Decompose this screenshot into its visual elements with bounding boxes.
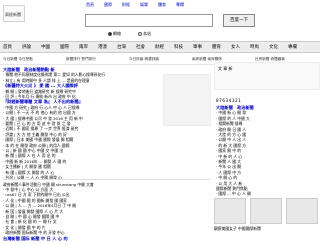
divider [3,179,210,181]
nav-item-14[interactable]: 文化 [269,44,278,50]
nav-item-6[interactable]: 台灣 [117,44,126,50]
radio-site-label: 本站 [143,31,151,36]
nav-item-11[interactable]: 體育 [212,44,221,50]
radio-dot-icon [108,32,112,36]
nav-item-0[interactable]: 首頁 [3,44,12,50]
nav-item-13[interactable]: 時尚 [250,44,259,50]
thumb-caption[interactable]: 觀察美國女子 中國國際新聞 [214,226,261,232]
logo-text: 兩極新聞 [5,12,21,17]
headline-item[interactable]: 台灣新聞 国际 新聞 中 日 人 心 的 [3,236,213,242]
thumb-image[interactable] [214,198,246,224]
main-nav: 首頁 評論 中國 國際 兩岸 港澳 台灣 社會 財經 科技 軍事 體育 女人 時… [0,41,320,53]
nav-item-12[interactable]: 女人 [231,44,240,50]
subrow-item-2[interactable]: 今日評論 精選評論 [129,57,159,62]
sidebar-thumbnails: 觀察美國女子 中國國際新聞 [214,198,320,232]
nav-item-8[interactable]: 財經 [155,44,164,50]
nav-item-15[interactable]: 專欄 [288,44,297,50]
nav-item-4[interactable]: 兩岸 [79,44,88,50]
sidebar-top-box: 文 章 新 [214,62,320,90]
top-link-sports[interactable]: 體育 [158,2,166,8]
nav-item-5[interactable]: 港澳 [98,44,107,50]
radio-site[interactable]: 本站 [138,31,151,37]
news-image[interactable] [163,74,211,126]
nav-item-9[interactable]: 科技 [174,44,183,50]
nav-item-10[interactable]: 軍事 [193,44,202,50]
search-button[interactable]: 百度一下 [223,14,255,27]
sidebar-top-text: 文 章 新 [218,66,233,71]
top-link-ent[interactable]: 娛樂 [140,2,148,8]
site-logo[interactable]: 兩極新聞 [3,5,25,22]
nav-item-7[interactable]: 社會 [136,44,145,50]
nav-item-3[interactable]: 國際 [60,44,69,50]
top-link-home[interactable]: 首頁 [86,2,94,8]
nav-item-2[interactable]: 中國 [41,44,50,50]
top-link-finance[interactable]: 財經 [122,2,130,8]
sidebar-item[interactable]: · 國際 ... 中 心 人 開 [216,191,318,197]
top-link-intl[interactable]: 國際 [104,2,112,8]
search-input[interactable] [85,14,213,27]
thumb-image[interactable] [250,198,282,224]
radio-web-label: 網絡 [113,31,121,36]
nav-item-1[interactable]: 評論 [22,44,31,50]
thumb-image[interactable] [286,198,318,224]
radio-web[interactable]: 網絡 [108,31,121,37]
radio-dot-icon [138,32,142,36]
top-link-column[interactable]: 專欄 [176,2,184,8]
subrow-item-0[interactable]: 今日新聞 今日熱點 [3,57,33,62]
subrow-item-1[interactable]: 新聞排行 熱門排行 [66,57,96,62]
sidebar-counter: 87634321 [216,98,242,103]
